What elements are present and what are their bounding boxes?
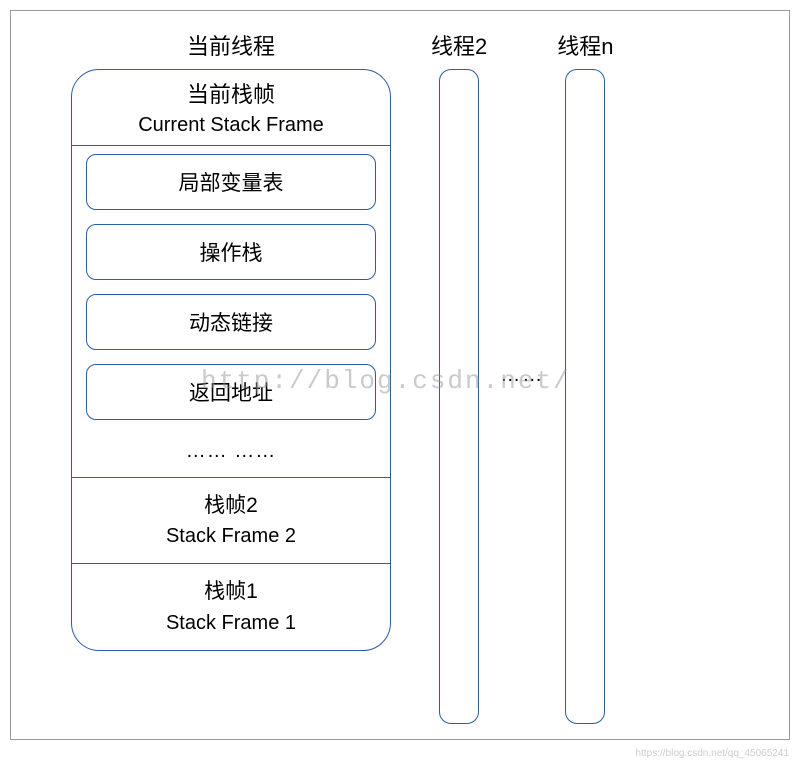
current-frame-title-cn: 当前栈帧 xyxy=(72,80,390,111)
current-frame-body: 局部变量表 操作栈 动态链接 返回地址 …… …… xyxy=(72,146,390,477)
stack-frame-2-box: 栈帧2 Stack Frame 2 xyxy=(72,478,390,564)
thread-2-label: 线程2 xyxy=(431,29,487,61)
current-frame-header: 当前栈帧 Current Stack Frame xyxy=(72,70,390,145)
current-thread-column: 当前线程 当前栈帧 Current Stack Frame 局部变量表 操作栈 … xyxy=(71,29,391,651)
current-frame-title-en: Current Stack Frame xyxy=(72,111,390,139)
stack-frame-2-section: 栈帧2 Stack Frame 2 xyxy=(72,478,390,565)
stack-frame-2-cn: 栈帧2 xyxy=(72,490,390,522)
diagram-container: 当前线程 当前栈帧 Current Stack Frame 局部变量表 操作栈 … xyxy=(10,10,790,740)
threads-row: 当前线程 当前栈帧 Current Stack Frame 局部变量表 操作栈 … xyxy=(71,29,749,724)
thread-n-label: 线程n xyxy=(557,29,613,61)
stack-frame-2-en: Stack Frame 2 xyxy=(72,521,390,551)
thread-n-column: 线程n xyxy=(557,29,613,724)
thread-2-box xyxy=(439,69,479,724)
current-stack-frame-section: 当前栈帧 Current Stack Frame xyxy=(72,70,390,146)
stack-frame-1-section: 栈帧1 Stack Frame 1 xyxy=(72,564,390,650)
thread-2-column: 线程2 xyxy=(431,29,487,724)
frame-body-ellipsis: …… …… xyxy=(86,434,376,473)
stack-frame-1-box: 栈帧1 Stack Frame 1 xyxy=(72,564,390,650)
current-thread-label: 当前线程 xyxy=(187,29,275,61)
corner-attribution: https://blog.csdn.net/qq_45065241 xyxy=(636,748,789,759)
threads-ellipsis: …… xyxy=(487,29,557,387)
current-thread-box: 当前栈帧 Current Stack Frame 局部变量表 操作栈 动态链接 … xyxy=(71,69,391,651)
stack-frame-1-en: Stack Frame 1 xyxy=(72,608,390,638)
stack-frame-1-cn: 栈帧1 xyxy=(72,576,390,608)
operand-stack-box: 操作栈 xyxy=(86,224,376,280)
thread-n-box xyxy=(565,69,605,724)
local-var-table-box: 局部变量表 xyxy=(86,154,376,210)
return-address-box: 返回地址 xyxy=(86,364,376,420)
dynamic-link-box: 动态链接 xyxy=(86,294,376,350)
current-frame-body-section: 局部变量表 操作栈 动态链接 返回地址 …… …… xyxy=(72,146,390,478)
